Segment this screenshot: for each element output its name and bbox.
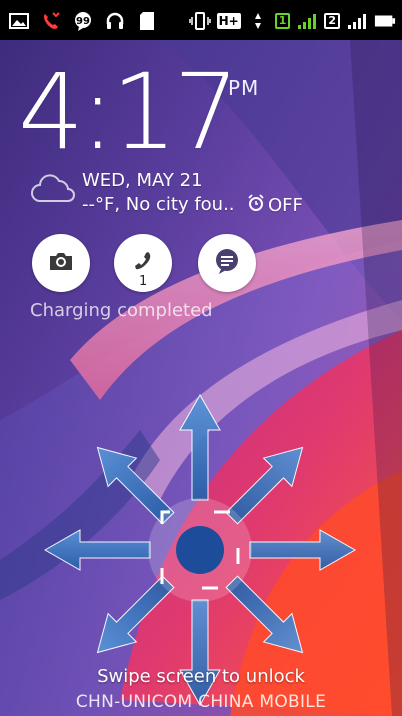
unlock-widget[interactable] xyxy=(40,390,360,710)
message-icon xyxy=(213,248,241,278)
data-activity-icon xyxy=(247,10,269,32)
messages-shortcut-button[interactable] xyxy=(198,234,256,292)
system-icons: H+ 1 2 xyxy=(188,9,396,33)
lockscreen-date: WED, MAY 21 xyxy=(82,170,203,191)
missed-call-icon xyxy=(40,10,62,32)
signal-icon xyxy=(346,10,368,32)
image-notification-icon xyxy=(8,10,30,32)
sd-card-icon xyxy=(136,10,158,32)
sim1-icon: 1 xyxy=(274,13,291,29)
weather-summary: --°F, No city fou.. xyxy=(82,194,235,215)
camera-shortcut-button[interactable] xyxy=(32,234,90,292)
svg-text:99: 99 xyxy=(76,16,90,27)
alarm-label: OFF xyxy=(268,195,303,216)
sim2-icon: 2 xyxy=(324,13,340,29)
chat-icon: 99 xyxy=(72,10,94,32)
status-bar: 99 H+ 1 2 xyxy=(0,0,402,40)
network-type-icon: H+ xyxy=(216,13,241,29)
alarm-clock-icon xyxy=(247,194,265,217)
headset-icon xyxy=(104,10,126,32)
cloud-icon xyxy=(30,173,76,209)
camera-icon xyxy=(48,250,74,276)
missed-call-count: 1 xyxy=(139,274,148,289)
phone-icon xyxy=(132,250,154,276)
lockscreen-clock: 4:17 xyxy=(18,51,240,173)
clock-ampm: PM xyxy=(228,76,260,100)
carrier-label: CHN-UNICOM CHINA MOBILE xyxy=(75,692,327,712)
unlock-handle[interactable] xyxy=(176,526,224,574)
notification-icons: 99 xyxy=(8,9,158,33)
swipe-to-unlock-hint: Swipe screen to unlock xyxy=(97,666,305,687)
alarm-status: OFF xyxy=(247,194,303,217)
vibrate-icon xyxy=(188,10,211,32)
battery-icon xyxy=(374,10,396,32)
signal-icon xyxy=(296,10,318,32)
phone-shortcut-button[interactable]: 1 xyxy=(114,234,172,292)
charging-status: Charging completed xyxy=(30,300,213,321)
